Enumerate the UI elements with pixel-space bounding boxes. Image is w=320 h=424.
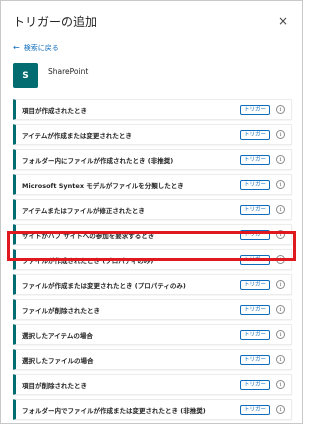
panel-title: トリガーの追加 [13, 15, 98, 29]
trigger-label: ファイルが作成または変更されたとき (プロパティのみ) [22, 281, 186, 290]
info-icon[interactable]: i [276, 305, 285, 314]
back-to-search-label: 検索に戻る [23, 44, 59, 52]
trigger-row[interactable]: アイテムまたはファイルが修正されたとき トリガー i [13, 199, 292, 220]
trigger-row[interactable]: 選択したアイテムの場合 トリガー i [13, 324, 292, 345]
trigger-label: フォルダー内にファイルが作成されたとき (非推奨) [22, 156, 174, 165]
trigger-label: フォルダー内でファイルが作成または変更されたとき (非推奨) [22, 406, 206, 415]
trigger-label: 選択したアイテムの場合 [22, 331, 93, 340]
trigger-badge: トリガー [239, 355, 270, 365]
back-to-search-link[interactable]: ← 検索に戻る [13, 43, 59, 53]
arrow-left-icon: ← [13, 43, 20, 52]
info-icon[interactable]: i [276, 380, 285, 389]
info-icon[interactable]: i [276, 105, 285, 114]
trigger-badge: トリガー [239, 155, 270, 165]
info-icon[interactable]: i [276, 355, 285, 364]
trigger-row[interactable]: フォルダー内にファイルが作成されたとき (非推奨) トリガー i [13, 149, 292, 170]
trigger-label: アイテムまたはファイルが修正されたとき [22, 206, 145, 215]
info-icon[interactable]: i [276, 130, 285, 139]
trigger-badge: トリガー [239, 105, 270, 115]
trigger-label: 選択したファイルの場合 [22, 356, 94, 365]
info-icon[interactable]: i [276, 280, 285, 289]
trigger-label: サイトがハブ サイトへの参加を要求するとき [22, 231, 155, 240]
trigger-row[interactable]: ファイルが削除されたとき トリガー i [13, 299, 292, 320]
trigger-label: ファイルが削除されたとき [22, 306, 100, 315]
info-icon[interactable]: i [276, 330, 285, 339]
trigger-list: 項目が作成されたとき トリガー i アイテムが作成または変更されたとき トリガー i フォル… [13, 99, 292, 424]
info-icon[interactable]: i [276, 205, 285, 214]
trigger-label: ファイルが作成されたとき (プロパティのみ) [22, 256, 154, 265]
close-icon[interactable]: × [278, 14, 288, 28]
trigger-badge: トリガー [239, 180, 270, 190]
panel-header: トリガーの追加 × [13, 13, 292, 33]
info-icon[interactable]: i [276, 255, 285, 264]
trigger-badge: トリガー [239, 280, 270, 290]
trigger-badge: トリガー [239, 330, 270, 340]
trigger-label: 項目が削除されたとき [22, 381, 87, 390]
trigger-row[interactable]: 項目が削除されたとき トリガー i [13, 374, 292, 395]
trigger-badge: トリガー [239, 230, 270, 240]
trigger-row[interactable]: ファイルが作成または変更されたとき (プロパティのみ) トリガー i [13, 274, 292, 295]
trigger-row[interactable]: フォルダー内でファイルが作成または変更されたとき (非推奨) トリガー i [13, 399, 292, 420]
add-trigger-panel: トリガーの追加 × ← 検索に戻る S SharePoint 項目が作成されたと… [0, 0, 303, 424]
info-icon[interactable]: i [276, 155, 285, 164]
connector-name: SharePoint [48, 67, 89, 76]
trigger-row[interactable]: ファイルが作成されたとき (プロパティのみ) トリガー i [13, 249, 292, 270]
trigger-badge: トリガー [239, 305, 270, 315]
trigger-row[interactable]: サイトがハブ サイトへの参加を要求するとき トリガー i [13, 224, 292, 245]
trigger-row[interactable]: Microsoft Syntex モデルがファイルを分類したとき トリガー i [13, 174, 292, 195]
info-icon[interactable]: i [276, 180, 285, 189]
connector-header: S SharePoint [13, 63, 88, 88]
info-icon[interactable]: i [276, 405, 285, 414]
trigger-badge: トリガー [239, 380, 270, 390]
trigger-row[interactable]: 選択したファイルの場合 トリガー i [13, 349, 292, 370]
trigger-label: 項目が作成されたとき [22, 106, 87, 115]
trigger-label: アイテムが作成または変更されたとき [22, 131, 132, 140]
info-icon[interactable]: i [276, 230, 285, 239]
trigger-badge: トリガー [239, 405, 270, 415]
trigger-label: Microsoft Syntex モデルがファイルを分類したとき [22, 181, 184, 190]
trigger-row[interactable]: アイテムが作成または変更されたとき トリガー i [13, 124, 292, 145]
trigger-badge: トリガー [239, 205, 270, 215]
trigger-badge: トリガー [239, 130, 270, 140]
trigger-row[interactable]: 項目が作成されたとき トリガー i [13, 99, 292, 120]
sharepoint-logo-icon: S [13, 63, 38, 88]
trigger-badge: トリガー [239, 255, 270, 265]
